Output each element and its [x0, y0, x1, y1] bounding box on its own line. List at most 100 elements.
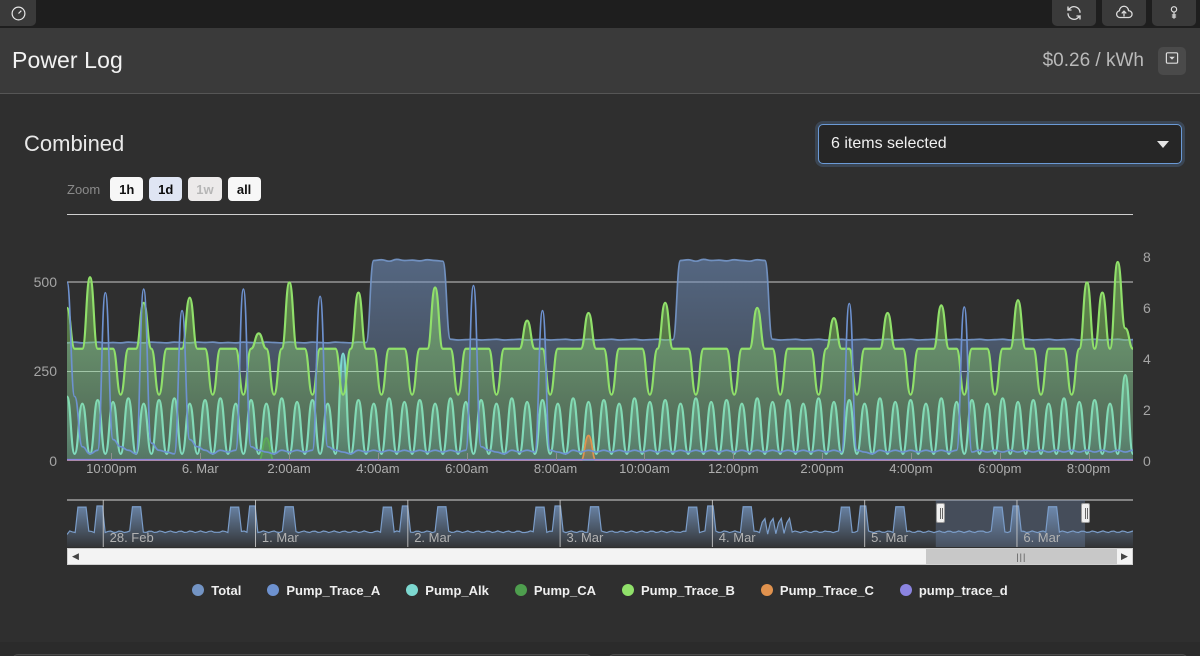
x-axis-tick-label: 10:00pm [86, 461, 137, 476]
page-header: Power Log $0.26 / kWh [0, 28, 1200, 94]
series-select-value: 6 items selected [831, 135, 947, 152]
main-chart-svg [67, 258, 1133, 461]
x-axis-tick-mark [644, 453, 646, 460]
legend-label: Pump_Trace_C [779, 582, 874, 598]
navigator-date-label: 3. Mar [566, 530, 604, 545]
legend-color-swatch [406, 584, 419, 596]
y-axis-right-tick: 4 [1143, 350, 1151, 367]
x-axis-tick-mark [999, 453, 1001, 460]
legend-color-swatch [899, 584, 912, 596]
key-button[interactable] [1152, 0, 1196, 26]
navigator-handle-right[interactable] [1080, 503, 1090, 523]
x-axis-tick-label: 6. Mar [181, 461, 219, 476]
summary-panels: Combined Summary Comparison Summary [0, 642, 1200, 656]
legend-color-swatch [267, 584, 280, 596]
y-axis-right-tick: 8 [1143, 248, 1151, 265]
zoom-button-1w[interactable]: 1w [188, 177, 222, 201]
legend-label: Pump_CA [533, 582, 596, 598]
combined-chart-card: Combined 6 items selected Zoom 1h 1d 1w … [0, 94, 1200, 642]
scrollbar-thumb[interactable]: ||| [925, 549, 1117, 564]
chevron-down-icon [1157, 140, 1169, 148]
dashboard-tab-button[interactable] [0, 0, 36, 26]
legend-label: Total [211, 582, 242, 598]
y-axis-right-tick: 2 [1143, 401, 1151, 418]
x-axis-tick-mark [733, 453, 735, 460]
x-axis-tick-label: 10:00am [619, 461, 670, 476]
navigator-date-label: 2. Mar [414, 530, 452, 545]
navigator-date-label: 1. Mar [261, 530, 299, 545]
legend-item-total[interactable]: Total [192, 583, 241, 598]
navigator-handle-left[interactable] [935, 503, 945, 523]
legend-item-pump_trace_a[interactable]: Pump_Trace_A [267, 583, 380, 598]
panel-collapse-icon [1164, 50, 1180, 71]
cloud-upload-icon [1114, 4, 1134, 22]
app-toolbar-left [0, 0, 36, 26]
x-axis-tick-label: 8:00am [533, 461, 578, 476]
chart-navigator[interactable]: 28. Feb 1. Mar 2. Mar 3. Mar 4. Mar 5. Mar 6. … [67, 497, 1133, 565]
page-title: Power Log [12, 47, 123, 73]
card-title: Combined [24, 131, 125, 156]
legend-item-pump_trace_d[interactable]: pump_trace_d [899, 582, 1008, 598]
scrollbar-track[interactable]: ||| [83, 549, 1117, 564]
legend-label: Pump_Alk [425, 582, 489, 598]
x-axis-tick-mark [111, 453, 113, 460]
x-axis-tick-label: 6:00am [445, 461, 489, 476]
zoom-button-1h[interactable]: 1h [110, 177, 144, 201]
x-axis-tick-label: 12:00pm [707, 461, 759, 476]
x-axis-tick-mark [910, 453, 912, 460]
x-axis-tick-label: 8:00pm [1066, 461, 1111, 476]
navigator-scrollbar[interactable]: ◀ ||| ▶ [67, 548, 1133, 565]
y-axis-right-tick: 6 [1143, 299, 1151, 316]
x-axis-tick-label: 4:00pm [889, 461, 933, 476]
x-axis-tick-label: 2:00am [267, 461, 311, 476]
x-axis-tick-mark [822, 453, 824, 460]
x-axis: 10:00pm 6. Mar 2:00am 4:00am 6:00am 8:00am 10:… [67, 453, 1133, 489]
navigator-date-label: 4. Mar [718, 530, 756, 545]
refresh-button[interactable] [1052, 0, 1096, 26]
x-axis-tick-mark [1088, 453, 1090, 460]
legend-color-swatch [760, 584, 773, 596]
series-select[interactable]: 6 items selected [818, 124, 1182, 164]
scroll-right-arrow-icon[interactable]: ▶ [1117, 549, 1132, 564]
panel-collapse-button[interactable] [1158, 46, 1186, 75]
legend-label: Pump_Trace_B [640, 582, 735, 598]
x-axis-tick-mark [289, 453, 291, 460]
zoom-button-1d[interactable]: 1d [149, 177, 183, 201]
legend-label: Pump_Trace_A [286, 582, 381, 598]
x-axis-tick-label: 6:00pm [978, 461, 1022, 476]
x-axis-tick-mark [555, 453, 557, 460]
page-header-right: $0.26 / kWh [1042, 46, 1186, 75]
y-axis-right-tick: 0 [1143, 453, 1151, 469]
legend-color-swatch [514, 584, 527, 596]
main-chart-plot[interactable]: 0 250 500 0 2 4 6 8 [34, 239, 1151, 469]
key-icon [1166, 4, 1182, 22]
chart-legend: Total Pump_Trace_A Pump_Alk Pump_CA Pump_Tra… [12, 579, 1188, 601]
legend-color-swatch [192, 584, 205, 596]
energy-rate-label: $0.26 / kWh [1042, 49, 1144, 71]
gauge-icon [10, 5, 27, 22]
x-axis-tick-mark [200, 453, 202, 460]
legend-color-swatch [621, 584, 634, 596]
x-axis-tick-label: 4:00am [356, 461, 400, 476]
zoom-range-controls: Zoom 1h 1d 1w all [12, 172, 1188, 206]
app-toolbar [0, 0, 1200, 28]
x-axis-tick-label: 2:00pm [800, 461, 844, 476]
legend-item-pump_ca[interactable]: Pump_CA [514, 582, 596, 598]
cloud-upload-button[interactable] [1102, 0, 1146, 26]
y-axis-left-tick: 250 [33, 363, 57, 380]
legend-item-pump_trace_b[interactable]: Pump_Trace_B [621, 582, 735, 598]
y-axis-left-tick: 0 [49, 453, 57, 469]
scroll-left-arrow-icon[interactable]: ◀ [68, 549, 83, 564]
navigator-date-label: 5. Mar [871, 530, 908, 545]
zoom-button-all[interactable]: all [227, 177, 261, 201]
zoom-label: Zoom [67, 181, 101, 197]
card-header: Combined 6 items selected [12, 110, 1188, 172]
navigator-date-label: 28. Feb [109, 530, 154, 545]
legend-item-pump_trace_c[interactable]: Pump_Trace_C [760, 582, 874, 598]
app-toolbar-right [1052, 0, 1200, 26]
x-axis-tick-mark [377, 453, 379, 460]
legend-label: pump_trace_d [918, 582, 1008, 598]
y-axis-left-tick: 500 [33, 273, 57, 290]
legend-item-pump_alk[interactable]: Pump_Alk [406, 583, 489, 598]
x-axis-tick-mark [466, 453, 468, 460]
